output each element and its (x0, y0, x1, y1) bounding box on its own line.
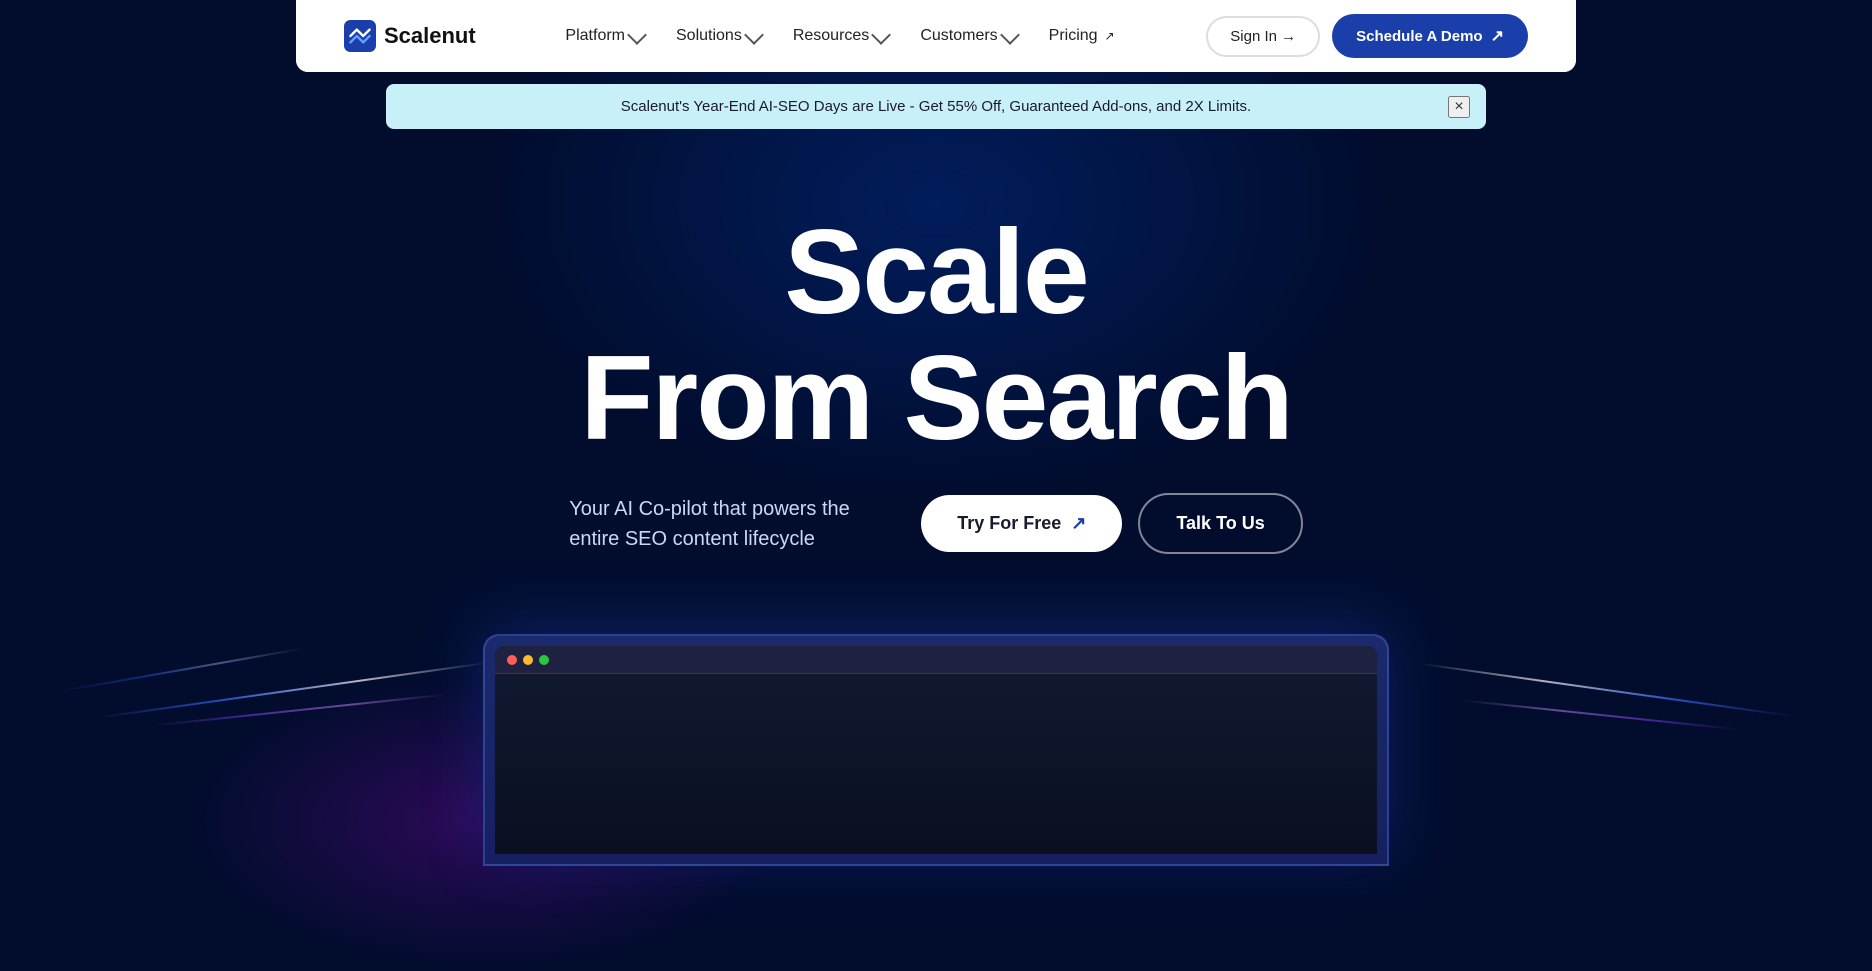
banner-close-button[interactable]: × (1448, 96, 1470, 118)
streak-right-1 (1419, 663, 1796, 718)
logo-icon (344, 20, 376, 52)
demo-arrow-icon: ↗ (1491, 26, 1504, 46)
nav-resources[interactable]: Resources (779, 19, 902, 53)
talk-to-us-button[interactable]: Talk To Us (1138, 493, 1302, 554)
nav-customers[interactable]: Customers (906, 19, 1030, 53)
page-wrapper: Scalenut Platform Solutions Resources Cu… (0, 0, 1872, 971)
nav-pricing[interactable]: Pricing ↗ (1035, 19, 1131, 53)
hero-section: Scale From Search Your AI Co-pilot that … (0, 129, 1872, 594)
nav-links: Platform Solutions Resources Customers P… (551, 19, 1130, 53)
nav-actions: Sign In → Schedule A Demo ↗ (1206, 14, 1528, 58)
mockup-titlebar (495, 646, 1377, 674)
streak-right-2 (1462, 699, 1741, 730)
mockup-content-area (495, 674, 1377, 854)
try-arrow-icon: ↗ (1071, 513, 1086, 534)
window-maximize-dot (539, 655, 549, 665)
streak-left-2 (150, 693, 449, 726)
hero-subtitle-row: Your AI Co-pilot that powers the entire … (48, 493, 1824, 554)
nav-solutions[interactable]: Solutions (662, 19, 775, 53)
chevron-down-icon (627, 25, 647, 45)
window-close-dot (507, 655, 517, 665)
hero-description: Your AI Co-pilot that powers the entire … (569, 494, 889, 554)
navbar: Scalenut Platform Solutions Resources Cu… (296, 0, 1576, 72)
streak-left-1 (95, 661, 491, 719)
signin-button[interactable]: Sign In → (1206, 16, 1320, 57)
logo-link[interactable]: Scalenut (344, 20, 476, 52)
navbar-wrapper: Scalenut Platform Solutions Resources Cu… (296, 0, 1576, 72)
logo-text: Scalenut (384, 23, 476, 49)
window-minimize-dot (523, 655, 533, 665)
screen-mockup-wrapper (451, 634, 1421, 866)
mockup-screen (495, 646, 1377, 854)
mockup-outer-frame (483, 634, 1389, 866)
chevron-down-icon (1000, 25, 1020, 45)
promo-banner: Scalenut's Year-End AI-SEO Days are Live… (386, 84, 1486, 129)
streak-left-3 (58, 647, 305, 692)
schedule-demo-button[interactable]: Schedule A Demo ↗ (1332, 14, 1528, 58)
nav-platform[interactable]: Platform (551, 19, 658, 53)
hero-buttons: Try For Free ↗ Talk To Us (921, 493, 1303, 554)
hero-title: Scale From Search (48, 209, 1824, 461)
external-link-icon: ↗ (1103, 29, 1117, 43)
chevron-down-icon (744, 25, 764, 45)
try-for-free-button[interactable]: Try For Free ↗ (921, 495, 1122, 552)
chevron-down-icon (871, 25, 891, 45)
